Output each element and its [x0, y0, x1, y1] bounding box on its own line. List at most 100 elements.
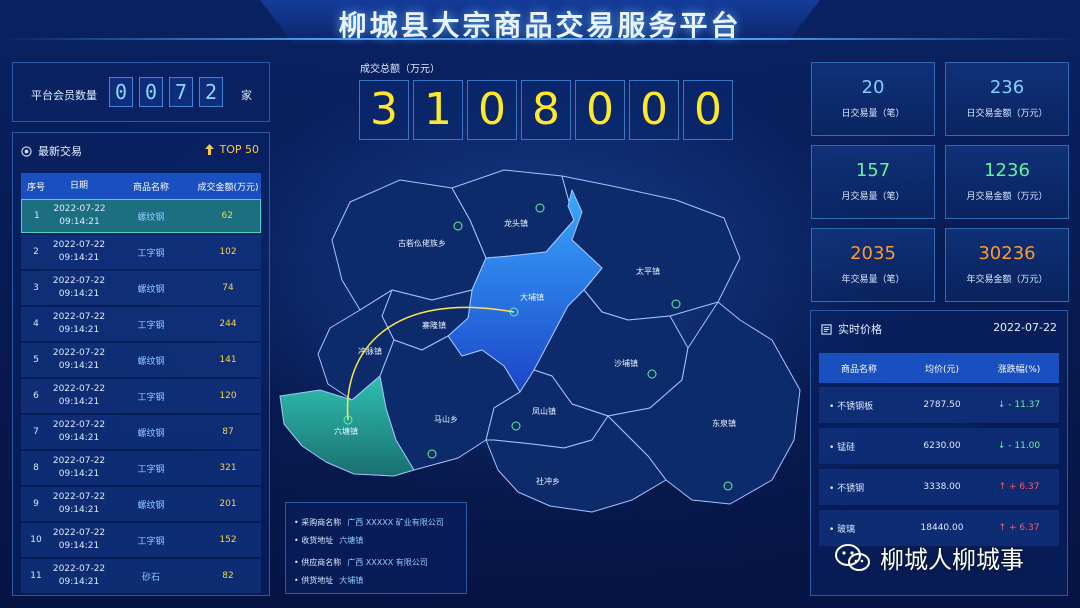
row-time: 09:14:21: [58, 577, 100, 587]
change-arrow-icon: ↓: [997, 400, 1006, 410]
row-datetime: 2022-07-22 09:14:21: [51, 347, 107, 373]
row-amount: 102: [219, 247, 237, 257]
town-label: 六塘镇: [334, 426, 358, 436]
stat-value: 2035: [850, 243, 896, 264]
info-value: 广西 XXXXX 矿业有限公司: [347, 518, 444, 527]
wechat-icon: [835, 543, 870, 571]
price-row[interactable]: • 锰硅 6230.00 ↓ - 11.00: [819, 428, 1059, 464]
row-product: 工字钢: [137, 248, 165, 259]
row-amount: 201: [219, 499, 237, 509]
change-arrow-icon: ↑: [998, 523, 1007, 533]
row-time: 09:14:21: [58, 505, 100, 515]
price-product: • 玻璃: [829, 524, 856, 535]
row-date: 2022-07-22: [52, 312, 106, 322]
town-label: 沙埔镇: [614, 358, 638, 368]
price-average: 18440.00: [920, 523, 964, 533]
price-change: ↑ + 6.37: [979, 482, 1059, 492]
latest-trades-table-header: 序号 日期 商品名称 成交金额(万元): [21, 173, 261, 199]
stat-label: 月交易金额（万元）: [966, 192, 1048, 202]
row-product: 螺纹钢: [137, 428, 165, 439]
stat-label: 年交易金额（万元）: [966, 275, 1048, 285]
info-row: • 供货地址 大埔镇: [294, 575, 363, 586]
row-time: 09:14:21: [58, 433, 100, 443]
row-amount: 74: [222, 283, 234, 293]
row-date: 2022-07-22: [52, 564, 106, 574]
row-index: 2: [33, 247, 39, 257]
info-row: • 采购商名称 广西 XXXXX 矿业有限公司: [294, 517, 444, 528]
row-time: 09:14:21: [58, 253, 100, 263]
latest-trades-title: 最新交易: [38, 145, 82, 158]
arrow-up-icon: [205, 144, 215, 155]
town-label: 大埔镇: [520, 292, 544, 302]
table-row[interactable]: 10 2022-07-22 09:14:21 工字钢 152: [21, 523, 261, 557]
price-average: 3338.00: [923, 482, 961, 492]
price-product: • 不锈钢板: [829, 401, 874, 412]
change-arrow-icon: ↑: [998, 482, 1007, 492]
row-product: 工字钢: [137, 464, 165, 475]
table-row[interactable]: 7 2022-07-22 09:14:21 螺纹钢 87: [21, 415, 261, 449]
info-value: 广西 XXXXX 有限公司: [347, 558, 428, 567]
member-count-unit: 家: [241, 89, 252, 102]
price-product: • 不锈钢: [829, 483, 865, 494]
row-date: 2022-07-22: [52, 348, 106, 358]
member-count-panel: 平台会员数量 0 0 7 2 家: [12, 62, 270, 122]
row-date: 2022-07-22: [52, 456, 106, 466]
stat-label: 日交易量（笔）: [841, 109, 905, 119]
row-product: 工字钢: [137, 536, 165, 547]
row-product: 螺纹钢: [137, 284, 165, 295]
table-row[interactable]: 11 2022-07-22 09:14:21 砂石 82: [21, 559, 261, 593]
row-date: 2022-07-22: [52, 492, 106, 502]
row-date: 2022-07-22: [52, 384, 106, 394]
row-datetime: 2022-07-22 09:14:21: [51, 491, 107, 517]
row-product: 砂石: [141, 572, 160, 583]
row-index: 8: [33, 463, 39, 473]
row-index: 10: [30, 535, 42, 545]
row-index: 1: [34, 211, 40, 221]
table-row[interactable]: 3 2022-07-22 09:14:21 螺纹钢 74: [21, 271, 261, 305]
total-digit: 0: [629, 80, 679, 140]
table-row[interactable]: 1 2022-07-22 09:14:21 螺纹钢 62: [21, 199, 261, 233]
table-row[interactable]: 2 2022-07-22 09:14:21 工字钢 102: [21, 235, 261, 269]
county-map: 古砦仫佬族乡 龙头镇 太平镇 大埔镇 寨隆镇 冲脉镇 沙埔镇 六塘镇 马山乡 凤…: [279, 169, 801, 513]
table-row[interactable]: 6 2022-07-22 09:14:21 工字钢 120: [21, 379, 261, 413]
row-index: 4: [33, 319, 39, 329]
info-label: • 供应商名称: [294, 558, 342, 567]
row-datetime: 2022-07-22 09:14:21: [51, 419, 107, 445]
town-label: 凤山镇: [532, 406, 556, 416]
column-header: 均价(元): [924, 364, 960, 375]
info-row: • 收货地址 六塘镇: [294, 535, 363, 546]
row-datetime: 2022-07-22 09:14:21: [51, 239, 107, 265]
price-average: 6230.00: [923, 441, 961, 451]
price-product: • 锰硅: [829, 442, 856, 453]
row-time: 09:14:21: [58, 361, 100, 371]
info-value: 六塘镇: [339, 536, 364, 545]
info-label: • 收货地址: [294, 536, 334, 545]
row-index: 5: [33, 355, 39, 365]
row-amount: 321: [219, 463, 237, 473]
row-datetime: 2022-07-22 09:14:21: [51, 455, 107, 481]
top50-button[interactable]: TOP 50: [205, 143, 259, 156]
watermark-text: 柳城人柳城事: [880, 546, 1024, 574]
price-change: ↓ - 11.37: [979, 400, 1059, 410]
column-header: 涨跌幅(%): [997, 364, 1041, 375]
row-time: 09:14:21: [58, 325, 100, 335]
row-amount: 82: [222, 571, 234, 581]
table-row[interactable]: 4 2022-07-22 09:14:21 工字钢 244: [21, 307, 261, 341]
row-time: 09:14:21: [58, 469, 100, 479]
latest-trades-panel: 最新交易 TOP 50 序号 日期 商品名称 成交金额(万元) 1 2022-07…: [12, 132, 270, 596]
price-row[interactable]: • 不锈钢板 2787.50 ↓ - 11.37: [819, 387, 1059, 423]
change-arrow-icon: ↓: [997, 441, 1006, 451]
stat-card: 236 日交易金额（万元）: [945, 62, 1069, 136]
table-row[interactable]: 8 2022-07-22 09:14:21 工字钢 321: [21, 451, 261, 485]
row-time: 09:14:21: [59, 217, 100, 227]
column-header: 商品名称: [132, 182, 169, 193]
row-index: 7: [33, 427, 39, 437]
table-row[interactable]: 5 2022-07-22 09:14:21 螺纹钢 141: [21, 343, 261, 377]
row-index: 6: [33, 391, 39, 401]
table-row[interactable]: 9 2022-07-22 09:14:21 螺纹钢 201: [21, 487, 261, 521]
header: 柳城县大宗商品交易服务平台: [0, 0, 1080, 50]
price-row[interactable]: • 不锈钢 3338.00 ↑ + 6.37: [819, 469, 1059, 505]
row-date: 2022-07-22: [52, 420, 106, 430]
change-value: + 6.37: [1008, 482, 1040, 492]
town-label: 太平镇: [636, 266, 660, 276]
